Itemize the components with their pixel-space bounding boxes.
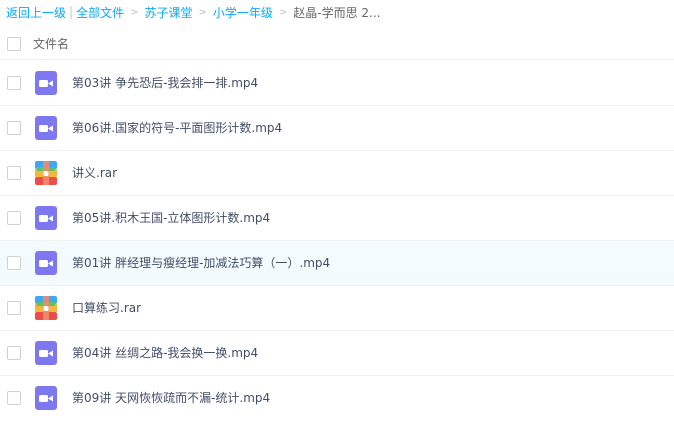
file-name[interactable]: 第05讲.积木王国-立体图形计数.mp4 bbox=[72, 196, 270, 241]
breadcrumb: 返回上一级 | 全部文件 > 苏子课堂 > 小学一年级 > 赵晶-学而思 2..… bbox=[6, 3, 381, 21]
row-checkbox[interactable] bbox=[7, 391, 21, 405]
file-name[interactable]: 口算练习.rar bbox=[72, 286, 141, 331]
row-checkbox[interactable] bbox=[7, 346, 21, 360]
breadcrumb-chevron-icon: > bbox=[198, 6, 207, 18]
file-list-header: 文件名 bbox=[0, 28, 674, 60]
video-file-icon bbox=[35, 71, 57, 95]
video-file-icon bbox=[35, 341, 57, 365]
video-file-icon bbox=[35, 116, 57, 140]
breadcrumb-divider: | bbox=[69, 5, 74, 19]
row-checkbox[interactable] bbox=[7, 211, 21, 225]
breadcrumb-current-folder: 赵晶-学而思 2... bbox=[293, 5, 381, 20]
breadcrumb-all-files[interactable]: 全部文件 bbox=[76, 4, 124, 21]
back-link[interactable]: 返回上一级 bbox=[6, 4, 66, 21]
file-row[interactable]: 第03讲 争先恐后-我会排一排.mp4 bbox=[0, 61, 674, 106]
select-all-checkbox[interactable] bbox=[7, 36, 21, 51]
file-row[interactable]: 第04讲 丝绸之路-我会换一换.mp4 bbox=[0, 331, 674, 376]
breadcrumb-suzi-ketang[interactable]: 苏子课堂 bbox=[144, 4, 192, 21]
row-checkbox[interactable] bbox=[7, 76, 21, 90]
breadcrumb-chevron-icon: > bbox=[278, 6, 288, 18]
row-checkbox[interactable] bbox=[7, 301, 21, 315]
video-file-icon bbox=[35, 206, 57, 230]
file-name[interactable]: 第01讲 胖经理与瘦经理-加减法巧算（一）.mp4 bbox=[72, 241, 330, 286]
column-header-filename[interactable]: 文件名 bbox=[33, 35, 69, 52]
file-row[interactable]: 第01讲 胖经理与瘦经理-加减法巧算（一）.mp4 bbox=[0, 241, 674, 286]
file-row[interactable]: 第05讲.积木王国-立体图形计数.mp4 bbox=[0, 196, 674, 241]
file-row[interactable]: 第06讲.国家的符号-平面图形计数.mp4 bbox=[0, 106, 674, 151]
file-name[interactable]: 讲义.rar bbox=[72, 151, 117, 196]
row-checkbox[interactable] bbox=[7, 166, 21, 180]
file-name[interactable]: 第03讲 争先恐后-我会排一排.mp4 bbox=[72, 61, 258, 106]
file-row[interactable]: 讲义.rar bbox=[0, 151, 674, 196]
archive-file-icon bbox=[35, 161, 57, 185]
breadcrumb-grade-one[interactable]: 小学一年级 bbox=[213, 4, 273, 21]
row-checkbox[interactable] bbox=[7, 121, 21, 135]
row-checkbox[interactable] bbox=[7, 256, 21, 270]
video-file-icon bbox=[35, 251, 57, 275]
file-name[interactable]: 第09讲 天网恢恢疏而不漏-统计.mp4 bbox=[72, 376, 270, 421]
breadcrumb-chevron-icon: > bbox=[130, 6, 139, 18]
file-name[interactable]: 第04讲 丝绸之路-我会换一换.mp4 bbox=[72, 331, 258, 376]
file-row[interactable]: 口算练习.rar bbox=[0, 286, 674, 331]
archive-file-icon bbox=[35, 296, 57, 320]
video-file-icon bbox=[35, 386, 57, 410]
file-name[interactable]: 第06讲.国家的符号-平面图形计数.mp4 bbox=[72, 106, 282, 151]
file-row[interactable]: 第09讲 天网恢恢疏而不漏-统计.mp4 bbox=[0, 376, 674, 421]
file-list: 第03讲 争先恐后-我会排一排.mp4 第06讲.国家的符号-平面图形计数.mp… bbox=[0, 61, 674, 421]
